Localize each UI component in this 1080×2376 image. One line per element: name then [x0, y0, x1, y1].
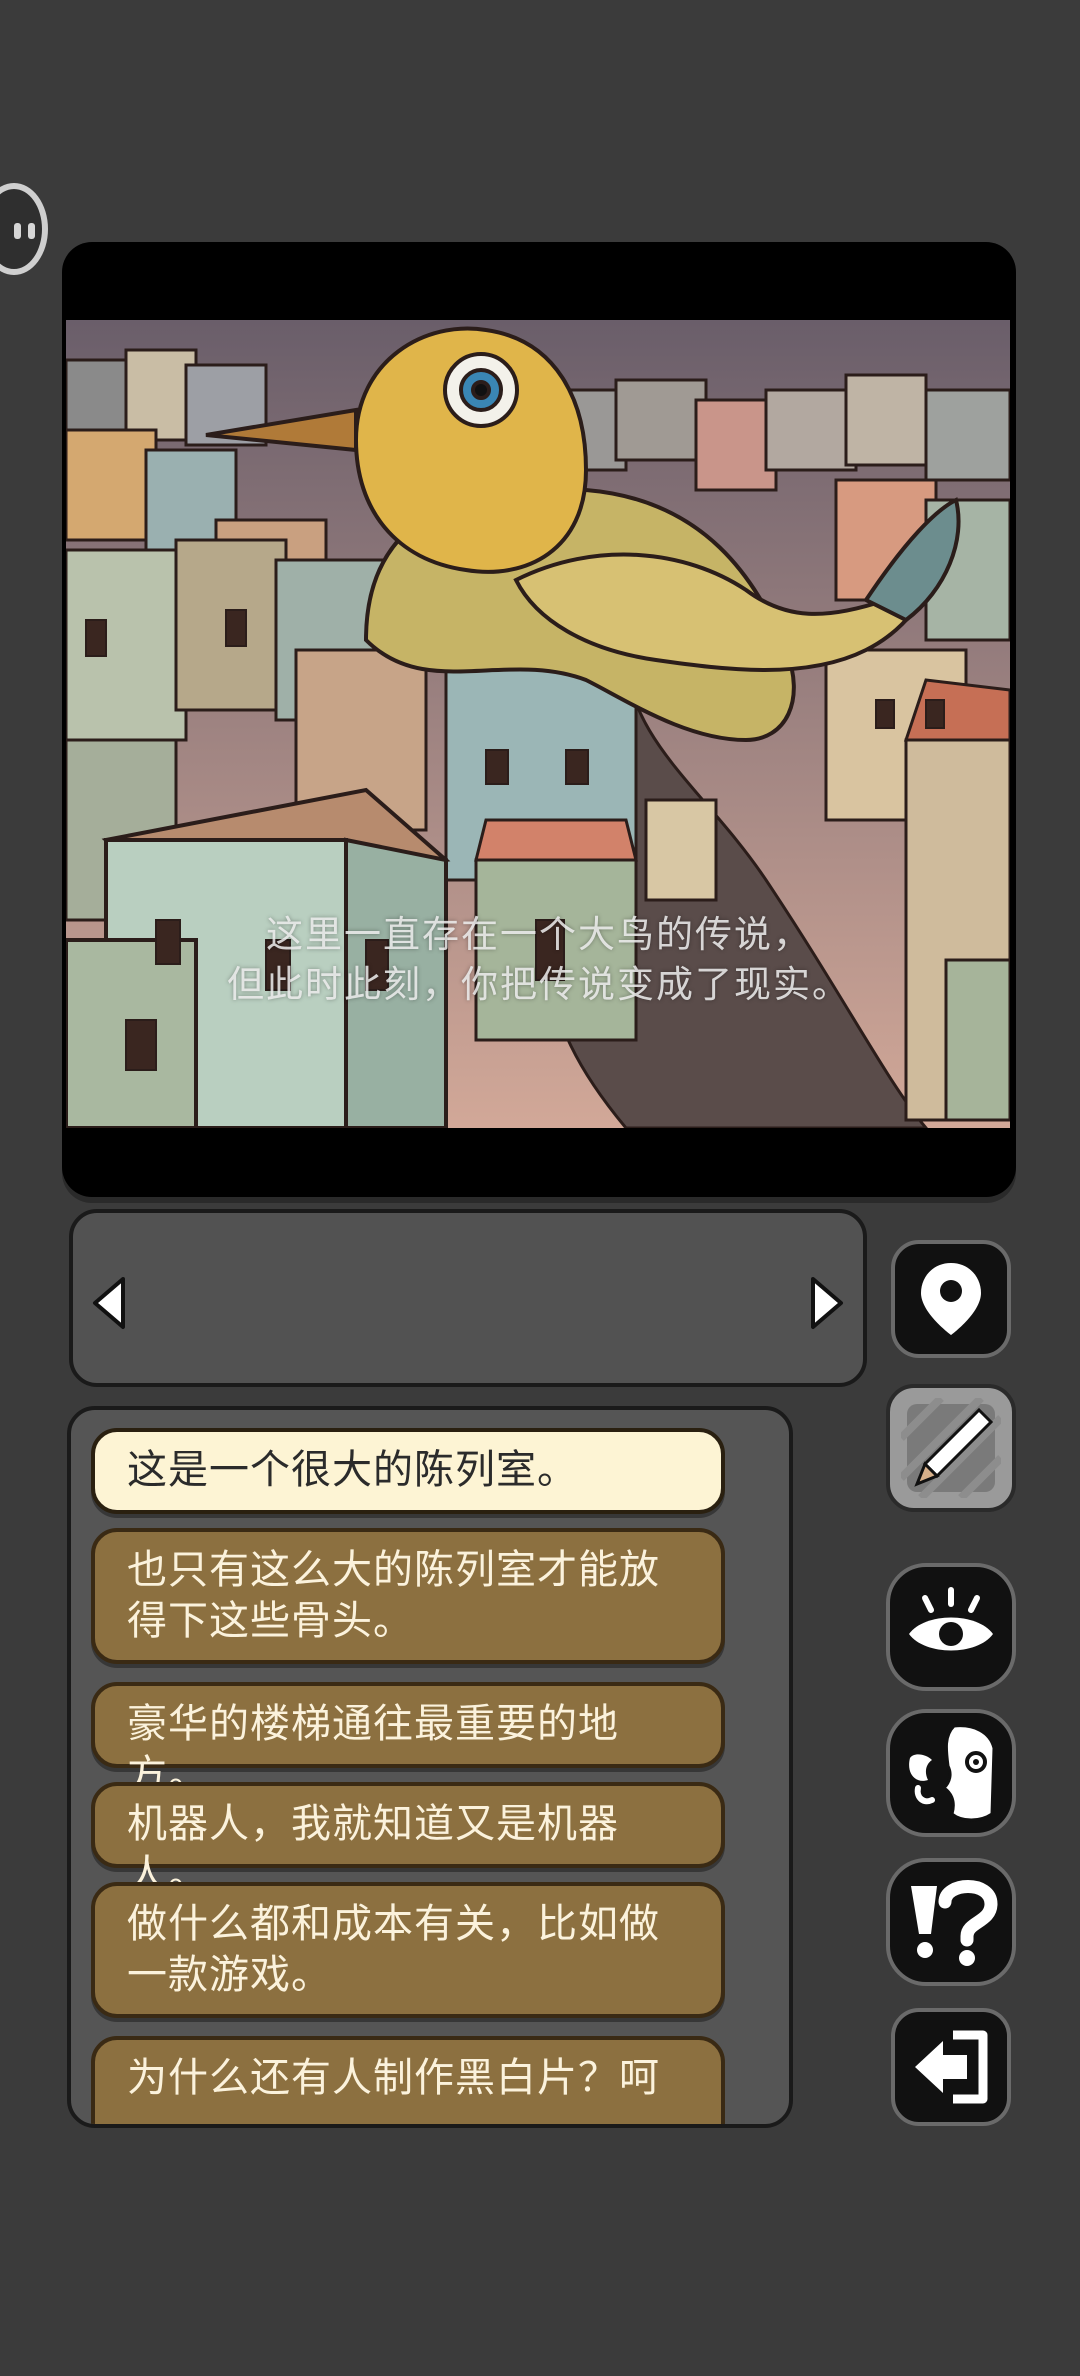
caption-line: 这里一直存在一个大鸟的传说， [266, 913, 812, 956]
scene-caption: 这里一直存在一个大鸟的传说， 但此时此刻，你把传说变成了现实。 [62, 910, 1016, 1010]
dialog-option[interactable]: 做什么都和成本有关，比如做一款游戏。 [91, 1882, 725, 2018]
bubble-dot-icon [14, 223, 21, 239]
hint-button[interactable] [886, 1858, 1016, 1986]
bubble-dot-icon [28, 223, 35, 239]
talking-face-icon [909, 1724, 996, 1822]
map-pin-button[interactable] [891, 1240, 1011, 1358]
triangle-right-icon[interactable] [807, 1275, 847, 1331]
dialog-option[interactable]: 为什么还有人制作黑白片？呵 [91, 2036, 725, 2124]
dialog-options-panel[interactable]: 这是一个很大的陈列室。 也只有这么大的陈列室才能放得下这些骨头。 豪华的楼梯通往… [67, 1406, 793, 2128]
look-button[interactable] [886, 1563, 1016, 1691]
dialog-option[interactable]: 这是一个很大的陈列室。 [91, 1428, 725, 1514]
location-selector [69, 1209, 867, 1387]
map-pin-icon [921, 1263, 981, 1335]
dialog-option[interactable]: 也只有这么大的陈列室才能放得下这些骨头。 [91, 1528, 725, 1664]
chat-bubble-button[interactable] [0, 183, 48, 275]
caption-line: 但此时此刻，你把传说变成了现实。 [227, 963, 851, 1006]
talk-button[interactable] [886, 1709, 1016, 1837]
dialog-option[interactable]: 机器人，我就知道又是机器人。 [91, 1782, 725, 1898]
exit-button[interactable] [891, 2008, 1011, 2126]
eye-icon [909, 1587, 993, 1651]
notes-button[interactable] [886, 1384, 1016, 1512]
scene-frame: 这里一直存在一个大鸟的传说， 但此时此刻，你把传说变成了现实。 [62, 242, 1016, 1197]
triangle-left-icon[interactable] [89, 1275, 129, 1331]
dialog-option[interactable]: 豪华的楼梯通往最重要的地方。 [91, 1682, 725, 1798]
pencil-icon [901, 1398, 1001, 1498]
exclamation-question-icon [911, 1880, 998, 1966]
exit-arrow-icon [915, 2030, 988, 2104]
